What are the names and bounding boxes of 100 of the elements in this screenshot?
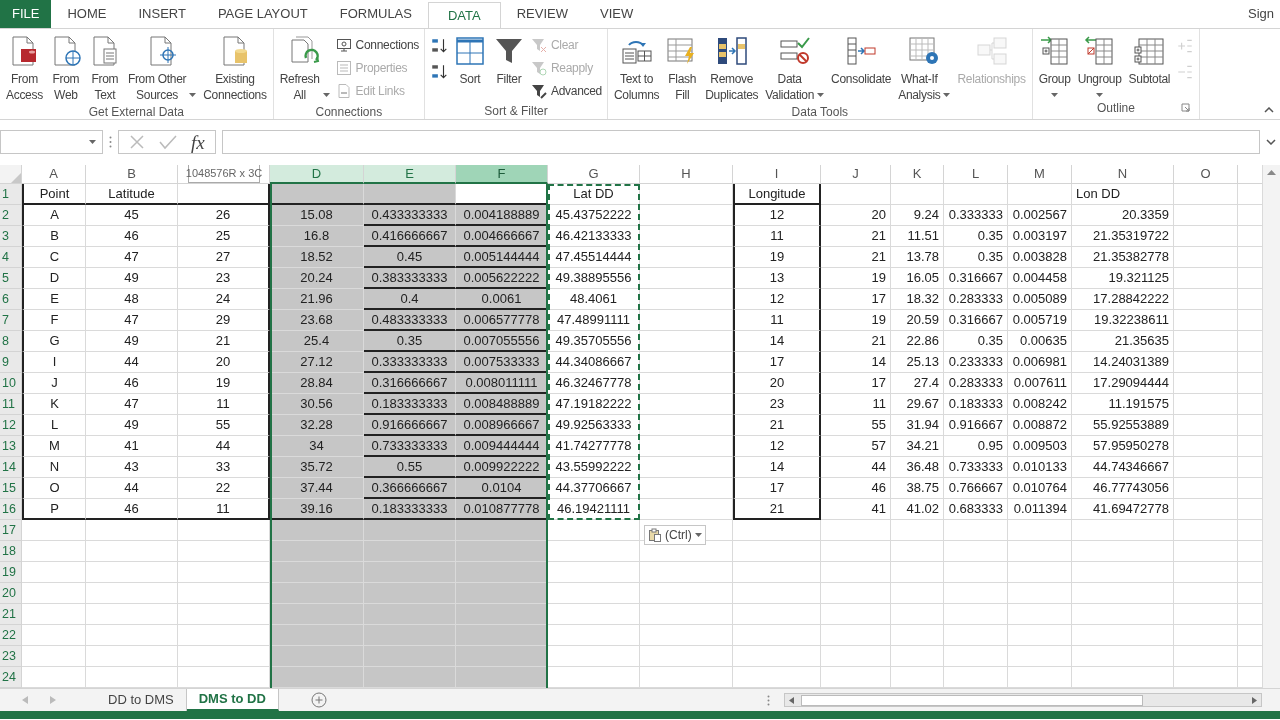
column-header[interactable]: L	[944, 165, 1008, 184]
column-header[interactable]: A	[22, 165, 86, 184]
insert-function-button[interactable]: fx	[191, 132, 205, 152]
row-header[interactable]: 21	[0, 604, 22, 625]
ribbon-tab[interactable]: HOME	[51, 0, 123, 28]
scrollbar-thumb[interactable]	[801, 694, 1143, 706]
add-sheet-icon[interactable]	[310, 692, 327, 708]
vertical-scrollbar[interactable]	[1262, 165, 1280, 688]
ribbon-button[interactable]: Sort	[451, 31, 489, 87]
column-header[interactable]: I	[733, 165, 821, 184]
table-cell: 17	[821, 289, 891, 310]
row-header[interactable]: 8	[0, 331, 22, 352]
row-header[interactable]: 2	[0, 205, 22, 226]
column-header[interactable]: J	[821, 165, 891, 184]
ribbon-button[interactable]: Remove Duplicates	[702, 31, 762, 103]
row-header[interactable]: 15	[0, 478, 22, 499]
table-cell: 0.009503	[1008, 436, 1072, 457]
table-cell: 30.56	[270, 394, 364, 415]
horizontal-scrollbar[interactable]	[784, 693, 1262, 707]
row-header[interactable]: 16	[0, 499, 22, 520]
row-header[interactable]: 3	[0, 226, 22, 247]
column-header[interactable]: N	[1072, 165, 1174, 184]
formula-input[interactable]	[221, 130, 1260, 154]
ribbon-tab[interactable]: PAGE LAYOUT	[201, 0, 324, 28]
scroll-up-icon[interactable]	[1267, 169, 1276, 175]
row-header[interactable]: 12	[0, 415, 22, 436]
ribbon-tab[interactable]: VIEW	[584, 0, 650, 28]
ribbon-button[interactable]: Connections	[333, 33, 421, 56]
ribbon-button[interactable]: Ungroup	[1074, 31, 1125, 97]
table-cell: 31.94	[891, 415, 944, 436]
row-header[interactable]: 10	[0, 373, 22, 394]
sheet-tab[interactable]: DMS to DD	[186, 689, 279, 711]
ribbon-button[interactable]: From Other Sources	[124, 31, 200, 103]
row-header[interactable]: 22	[0, 625, 22, 646]
paste-options-button[interactable]: (Ctrl)	[644, 525, 706, 545]
row-header[interactable]: 7	[0, 310, 22, 331]
table-cell	[891, 583, 944, 604]
table-cell: 0.008872	[1008, 415, 1072, 436]
column-header[interactable]: H	[640, 165, 733, 184]
ribbon-tab[interactable]: INSERT	[122, 0, 202, 28]
ribbon-button[interactable]: Data Validation	[762, 31, 828, 103]
next-sheet-icon[interactable]	[50, 696, 56, 704]
row-header[interactable]: 18	[0, 541, 22, 562]
row-header[interactable]: 6	[0, 289, 22, 310]
name-box[interactable]	[0, 130, 103, 154]
column-header[interactable]: E	[364, 165, 456, 184]
row-header[interactable]: 14	[0, 457, 22, 478]
select-all-corner[interactable]	[0, 165, 22, 184]
previous-sheet-icon[interactable]	[22, 696, 28, 704]
column-header[interactable]: O	[1174, 165, 1238, 184]
dialog-launcher-icon[interactable]	[1181, 103, 1191, 112]
ribbon-tab[interactable]: FORMULAS	[323, 0, 428, 28]
caret-icon	[694, 533, 702, 537]
table-cell: 49.35705556	[548, 331, 640, 352]
row-header[interactable]: 19	[0, 562, 22, 583]
row-header[interactable]: 11	[0, 394, 22, 415]
row-header[interactable]: 13	[0, 436, 22, 457]
ribbon-tab[interactable]: REVIEW	[500, 0, 584, 28]
ribbon-tab[interactable]: FILE	[0, 0, 52, 28]
row-header[interactable]: 23	[0, 646, 22, 667]
ribbon-button[interactable]: From Access	[3, 31, 46, 103]
ribbon-button[interactable]: What-If Analysis	[895, 31, 954, 103]
table-cell: 9.24	[891, 205, 944, 226]
ribbon-button[interactable]: From Web	[46, 31, 85, 103]
collapse-ribbon-icon[interactable]	[1264, 107, 1274, 113]
row-header[interactable]: 9	[0, 352, 22, 373]
table-cell: 41.69472778	[1072, 499, 1174, 520]
column-header[interactable]: F	[456, 165, 548, 184]
ribbon-button[interactable]: Subtotal	[1125, 31, 1174, 87]
column-header[interactable]: M	[1008, 165, 1072, 184]
ribbon-tab[interactable]: DATA	[427, 2, 501, 28]
column-header[interactable]: B	[86, 165, 178, 184]
row-header[interactable]: 4	[0, 247, 22, 268]
row-header[interactable]: 20	[0, 583, 22, 604]
ribbon-button[interactable]: Advanced	[529, 79, 604, 102]
ribbon-button[interactable]: Filter	[490, 31, 528, 87]
button-label: Sort	[459, 71, 481, 87]
ribbon-button[interactable]: Group	[1035, 31, 1074, 97]
table-cell: 28.84	[270, 373, 364, 394]
column-header[interactable]: G	[548, 165, 640, 184]
row-header[interactable]: 1	[0, 184, 22, 205]
column-header[interactable]: K	[891, 165, 944, 184]
table-cell: 20	[733, 373, 821, 394]
splitter-icon[interactable]	[767, 694, 770, 706]
sign-in-link[interactable]: Sign	[1247, 4, 1280, 24]
ribbon-button[interactable]: Text to Columns	[611, 31, 663, 103]
ribbon-button[interactable]: Refresh All	[276, 31, 333, 103]
row-header[interactable]: 17	[0, 520, 22, 541]
ribbon-button[interactable]: Flash Fill	[663, 31, 702, 103]
table-cell: 37.44	[270, 478, 364, 499]
column-header[interactable]: D	[270, 165, 364, 184]
row-header[interactable]: 24	[0, 667, 22, 688]
ribbon-button[interactable]: Consolidate	[828, 31, 895, 87]
table-cell: 12	[733, 436, 821, 457]
check-icon[interactable]	[159, 134, 177, 150]
expand-formula-bar-icon[interactable]	[1266, 139, 1276, 145]
row-header[interactable]: 5	[0, 268, 22, 289]
cancel-icon[interactable]	[129, 134, 145, 150]
ribbon-button[interactable]: From Text	[85, 31, 124, 103]
ribbon-button[interactable]: Existing Connections	[200, 31, 270, 103]
